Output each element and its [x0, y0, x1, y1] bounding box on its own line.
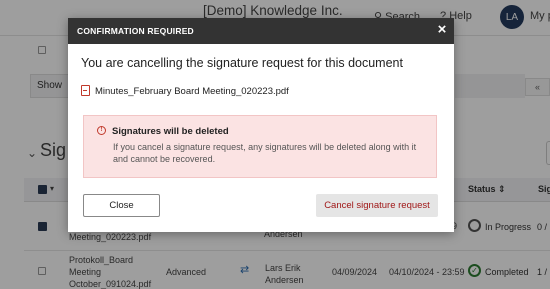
dialog-header: CONFIRMATION REQUIRED ×	[68, 18, 454, 44]
cancel-signature-request-button[interactable]: Cancel signature request	[316, 194, 438, 217]
document-file-name: Minutes_February Board Meeting_020223.pd…	[95, 86, 289, 97]
dialog-heading: You are cancelling the signature request…	[81, 56, 403, 70]
dialog-title: CONFIRMATION REQUIRED	[77, 26, 194, 36]
pdf-file-icon	[81, 85, 90, 96]
close-icon[interactable]: ×	[434, 21, 450, 39]
alert-circle-icon: !	[97, 126, 106, 135]
close-button[interactable]: Close	[83, 194, 160, 217]
alert-message: If you cancel a signature request, any s…	[113, 142, 417, 164]
confirmation-dialog: CONFIRMATION REQUIRED × You are cancelli…	[68, 18, 454, 232]
alert-title: Signatures will be deleted	[112, 126, 229, 137]
warning-alert: ! Signatures will be deleted If you canc…	[83, 115, 437, 178]
